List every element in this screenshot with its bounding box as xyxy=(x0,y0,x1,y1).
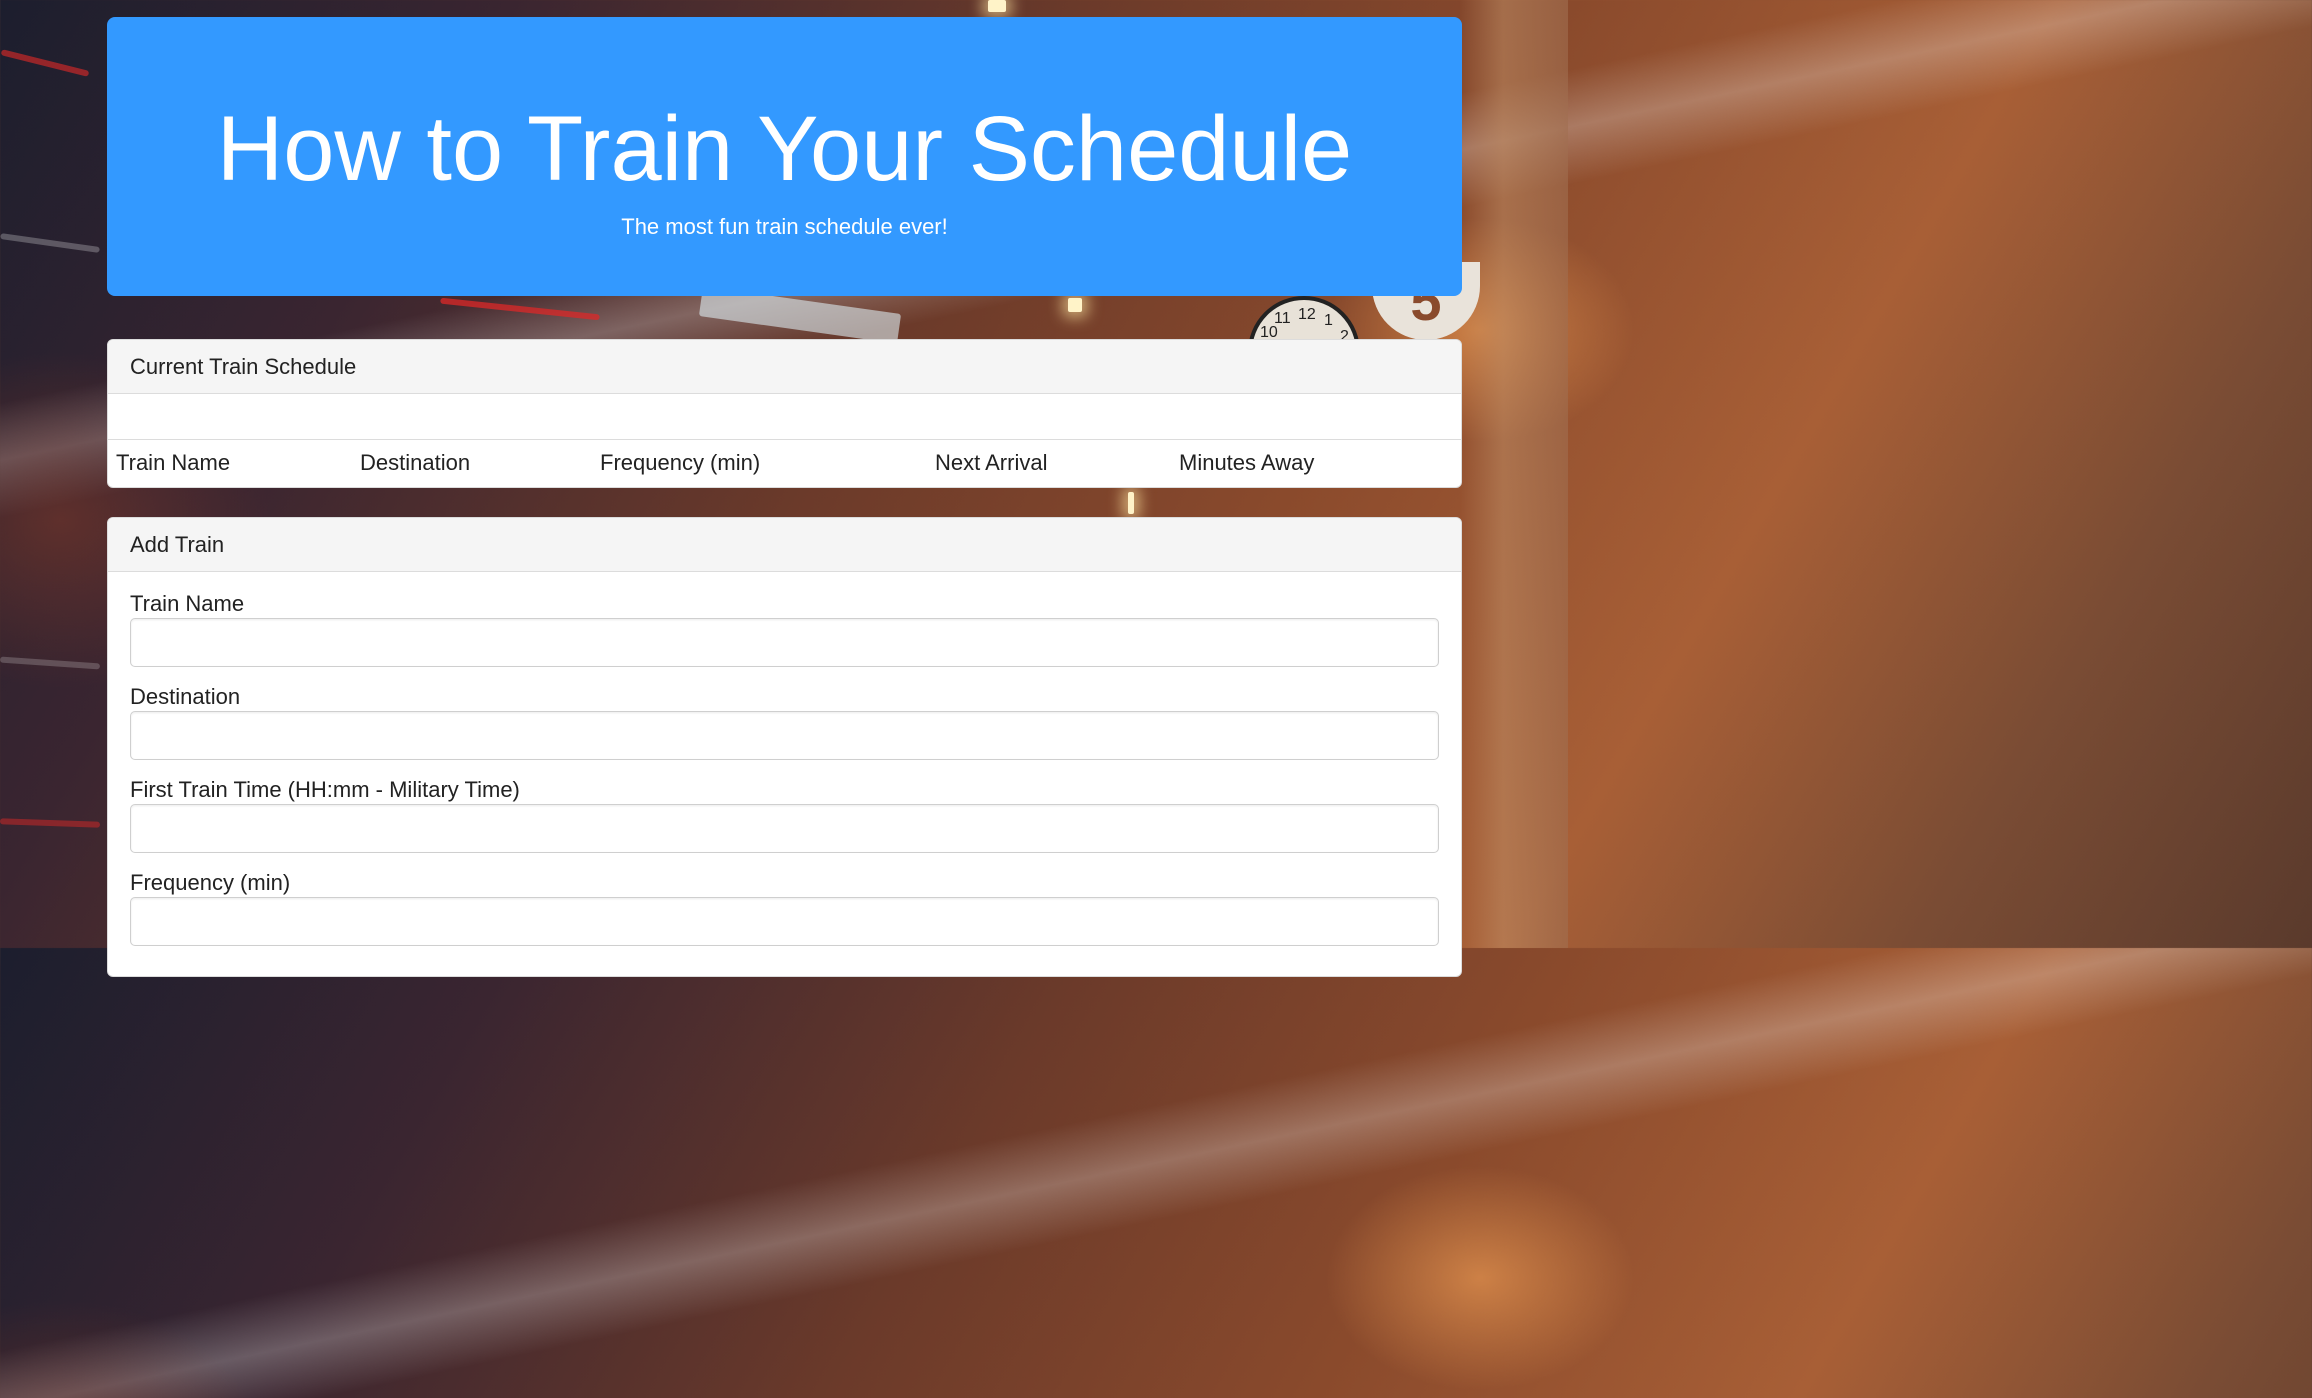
ceiling-lamp xyxy=(988,0,1006,12)
first-train-time-label: First Train Time (HH:mm - Military Time) xyxy=(130,777,520,802)
schedule-spacer xyxy=(108,394,1461,440)
column-header-minutes-away: Minutes Away xyxy=(1179,450,1315,475)
train-schedule-panel: Current Train Schedule Train Name Destin… xyxy=(107,339,1462,488)
first-train-time-input[interactable] xyxy=(130,804,1439,853)
frequency-label: Frequency (min) xyxy=(130,870,291,895)
column-header-destination: Destination xyxy=(360,450,471,475)
form-group-first-train-time: First Train Time (HH:mm - Military Time) xyxy=(130,776,1439,853)
form-group-destination: Destination xyxy=(130,683,1439,760)
ceiling-lamp xyxy=(1128,492,1134,514)
ceiling-lamp xyxy=(1068,298,1082,312)
column-header-frequency: Frequency (min) xyxy=(600,450,761,475)
page-subtitle: The most fun train schedule ever! xyxy=(621,214,948,239)
clock-number: 11 xyxy=(1274,310,1291,327)
background-stripe xyxy=(0,233,100,253)
form-group-train-name: Train Name xyxy=(130,590,1439,667)
destination-label: Destination xyxy=(130,684,241,709)
add-train-panel-heading: Add Train xyxy=(108,518,1461,572)
clock-number: 12 xyxy=(1298,306,1316,323)
background-stripe xyxy=(0,656,101,670)
train-name-label: Train Name xyxy=(130,591,245,616)
page-title: How to Train Your Schedule xyxy=(216,98,1353,200)
column-header-train-name: Train Name xyxy=(116,450,231,475)
train-name-input[interactable] xyxy=(130,618,1439,667)
add-train-panel: Add Train Train Name Destination First T… xyxy=(107,517,1462,977)
background-stripe xyxy=(440,297,600,321)
destination-input[interactable] xyxy=(130,711,1439,760)
schedule-table: Train Name Destination Frequency (min) N… xyxy=(108,440,1461,486)
background-stripe xyxy=(0,818,101,828)
schedule-panel-heading: Current Train Schedule xyxy=(108,340,1461,394)
background-stripe xyxy=(0,49,90,77)
table-header-row: Train Name Destination Frequency (min) N… xyxy=(108,440,1461,486)
column-header-next-arrival: Next Arrival xyxy=(935,450,1048,475)
frequency-input[interactable] xyxy=(130,897,1439,946)
header-jumbotron: How to Train Your Schedule The most fun … xyxy=(107,17,1462,296)
form-group-frequency: Frequency (min) xyxy=(130,869,1439,946)
background-pillar xyxy=(1460,0,1568,948)
add-train-form: Train Name Destination First Train Time … xyxy=(108,572,1461,946)
clock-number: 1 xyxy=(1324,312,1333,329)
